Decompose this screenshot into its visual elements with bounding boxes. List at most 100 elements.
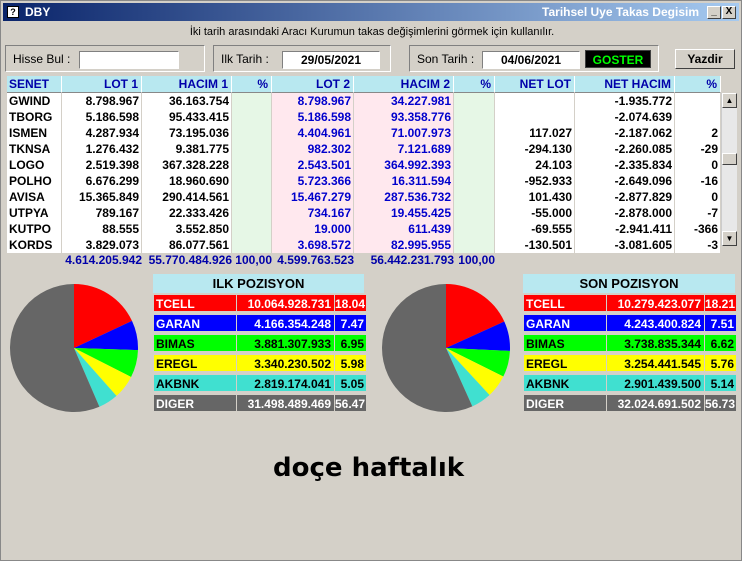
cell-lot1: 5.186.598 <box>62 109 142 125</box>
cell-pct2 <box>454 109 495 125</box>
cell-lot1: 6.676.299 <box>62 173 142 189</box>
header-net-hacim[interactable]: NET HACIM <box>575 76 675 93</box>
position-row: EREGL 3.340.230.502 5.98 <box>153 354 366 372</box>
close-button[interactable]: X <box>722 6 736 19</box>
cell-pct1 <box>232 221 272 237</box>
start-date-label: Ilk Tarih : <box>221 52 269 66</box>
position-pct: 5.14 <box>704 375 736 391</box>
info-text: İki tarih arasındaki Aracı Kurumun takas… <box>189 26 555 38</box>
cell-pct1 <box>232 157 272 173</box>
cell-net-pct: -16 <box>675 173 721 189</box>
cell-net-hacim: -2.878.000 <box>575 205 675 221</box>
cell-net-hacim: -2.877.829 <box>575 189 675 205</box>
cell-lot2: 19.000 <box>272 221 354 237</box>
cell-net-hacim: -2.941.411 <box>575 221 675 237</box>
cell-lot1: 8.798.967 <box>62 93 142 109</box>
position-name: DIGER <box>524 395 606 411</box>
system-menu-icon[interactable]: ? <box>7 6 19 18</box>
position-value: 2.819.174.041 <box>236 375 334 391</box>
cell-net-hacim: -1.935.772 <box>575 93 675 109</box>
cell-senet: TBORG <box>7 109 62 125</box>
cell-net-pct <box>675 93 721 109</box>
header-pct2[interactable]: % <box>454 76 495 93</box>
table-row[interactable]: AVISA 15.365.849 290.414.561 15.467.279 287.… <box>7 189 721 205</box>
search-input[interactable] <box>79 51 179 69</box>
header-net-pct[interactable]: % <box>675 76 721 93</box>
header-senet[interactable]: SENET <box>7 76 62 93</box>
cell-lot1: 789.167 <box>62 205 142 221</box>
position-name: GARAN <box>154 315 236 331</box>
cell-lot1: 2.519.398 <box>62 157 142 173</box>
table-row[interactable]: GWIND 8.798.967 36.163.754 8.798.967 34.227.… <box>7 93 721 109</box>
grid-scrollbar[interactable]: ▲ ▼ <box>721 93 737 246</box>
cell-senet: GWIND <box>7 93 62 109</box>
ilk-pozisyon-title: ILK POZISYON <box>153 274 364 293</box>
table-row[interactable]: KUTPO 88.555 3.552.850 19.000 611.439 -69.555… <box>7 221 721 237</box>
cell-net-lot: -952.933 <box>495 173 575 189</box>
position-value: 32.024.691.502 <box>606 395 704 411</box>
cell-pct1 <box>232 173 272 189</box>
table-row[interactable]: ISMEN 4.287.934 73.195.036 4.404.961 71.007.… <box>7 125 721 141</box>
cell-net-lot: 117.027 <box>495 125 575 141</box>
yazdir-button[interactable]: Yazdir <box>675 49 735 69</box>
end-date-field[interactable]: 04/06/2021 <box>482 51 580 69</box>
header-hacim1[interactable]: HACIM 1 <box>142 76 232 93</box>
cell-senet: UTPYA <box>7 205 62 221</box>
cell-hacim1: 86.077.561 <box>142 237 232 253</box>
cell-net-hacim: -2.187.062 <box>575 125 675 141</box>
scroll-thumb[interactable] <box>722 153 737 165</box>
position-row: AKBNK 2.901.439.500 5.14 <box>523 374 736 392</box>
table-row[interactable]: TKNSA 1.276.432 9.381.775 982.302 7.121.689 -… <box>7 141 721 157</box>
position-row: DIGER 32.024.691.502 56.73 <box>523 394 736 412</box>
cell-hacim2: 93.358.776 <box>354 109 454 125</box>
cell-pct2 <box>454 173 495 189</box>
cell-lot2: 734.167 <box>272 205 354 221</box>
position-pct: 6.62 <box>704 335 736 351</box>
position-value: 10.279.423.077 <box>606 295 704 311</box>
cell-hacim2: 19.455.425 <box>354 205 454 221</box>
position-name: DIGER <box>154 395 236 411</box>
cell-net-hacim: -2.074.639 <box>575 109 675 125</box>
header-lot1[interactable]: LOT 1 <box>62 76 142 93</box>
goster-button[interactable]: GOSTER <box>585 50 651 68</box>
cell-net-hacim: -2.335.834 <box>575 157 675 173</box>
position-row: TCELL 10.064.928.731 18.04 <box>153 294 366 312</box>
cell-net-lot <box>495 109 575 125</box>
position-name: EREGL <box>154 355 236 371</box>
end-date-label: Son Tarih : <box>417 52 475 66</box>
table-row[interactable]: TBORG 5.186.598 95.433.415 5.186.598 93.358.… <box>7 109 721 125</box>
minimize-button[interactable]: _ <box>707 6 721 19</box>
position-value: 3.738.835.344 <box>606 335 704 351</box>
position-pct: 56.47 <box>334 395 366 411</box>
header-lot2[interactable]: LOT 2 <box>272 76 354 93</box>
start-date-field[interactable]: 29/05/2021 <box>282 51 380 69</box>
scroll-up-icon[interactable]: ▲ <box>722 93 737 108</box>
cell-pct2 <box>454 205 495 221</box>
position-name: EREGL <box>524 355 606 371</box>
table-row[interactable]: KORDS 3.829.073 86.077.561 3.698.572 82.995.… <box>7 237 721 253</box>
position-row: BIMAS 3.738.835.344 6.62 <box>523 334 736 352</box>
cell-pct1 <box>232 237 272 253</box>
cell-lot2: 5.186.598 <box>272 109 354 125</box>
cell-net-lot <box>495 93 575 109</box>
header-hacim2[interactable]: HACIM 2 <box>354 76 454 93</box>
cell-hacim1: 36.163.754 <box>142 93 232 109</box>
data-grid[interactable]: SENET LOT 1 HACIM 1% LOT 2 HACIM 2% NET LOT NE… <box>7 76 738 266</box>
table-row[interactable]: LOGO 2.519.398 367.328.228 2.543.501 364.992… <box>7 157 721 173</box>
table-row[interactable]: POLHO 6.676.299 18.960.690 5.723.366 16.311.… <box>7 173 721 189</box>
cell-net-pct: -366 <box>675 221 721 237</box>
header-pct1[interactable]: % <box>232 76 272 93</box>
position-value: 10.064.928.731 <box>236 295 334 311</box>
caption-text: doçe haftalık <box>273 453 465 483</box>
cell-pct2 <box>454 141 495 157</box>
cell-hacim2: 287.536.732 <box>354 189 454 205</box>
table-row[interactable]: UTPYA 789.167 22.333.426 734.167 19.455.425 -… <box>7 205 721 221</box>
cell-net-pct: -7 <box>675 205 721 221</box>
scroll-down-icon[interactable]: ▼ <box>722 231 737 246</box>
cell-lot1: 1.276.432 <box>62 141 142 157</box>
son-pozisyon-title: SON POZISYON <box>523 274 735 293</box>
cell-net-lot: -294.130 <box>495 141 575 157</box>
title-bar[interactable]: ? DBY Tarihsel Uye Takas Degisim _ X <box>3 3 739 21</box>
cell-hacim2: 7.121.689 <box>354 141 454 157</box>
header-net-lot[interactable]: NET LOT <box>495 76 575 93</box>
